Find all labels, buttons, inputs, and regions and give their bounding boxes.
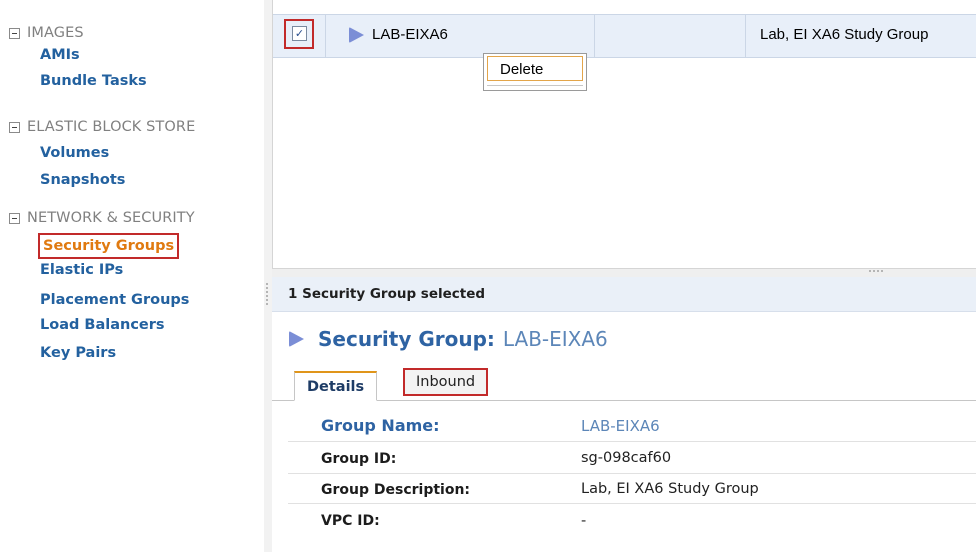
column-divider xyxy=(325,15,326,57)
detail-tabs: Details Inbound xyxy=(272,365,976,401)
section-title: IMAGES xyxy=(27,25,84,41)
row-checkbox-highlight: ✓ xyxy=(284,19,314,49)
collapse-icon[interactable] xyxy=(9,27,20,39)
property-label: Group Description: xyxy=(321,482,471,498)
sidebar-item-amis[interactable]: AMIs xyxy=(40,44,147,68)
property-value: LAB-EIXA6 xyxy=(581,417,660,435)
sidebar-nav: IMAGES AMIs Bundle Tasks ELASTIC BLOCK S… xyxy=(0,0,265,552)
detail-pane: 1 Security Group selected Security Group… xyxy=(272,277,976,552)
property-row: VPC ID: - xyxy=(288,505,976,535)
nav-section-network-security: NETWORK & SECURITY Security Groups Elast… xyxy=(9,207,195,365)
row-description-cell: Lab, EI XA6 Study Group xyxy=(760,26,929,43)
menu-separator xyxy=(487,85,583,86)
security-group-icon xyxy=(289,331,304,347)
sidebar-item-snapshots[interactable]: Snapshots xyxy=(40,166,195,194)
sidebar-item-placement-groups[interactable]: Placement Groups xyxy=(40,281,195,313)
section-title: ELASTIC BLOCK STORE xyxy=(27,119,196,135)
selection-summary-bar: 1 Security Group selected xyxy=(272,277,976,312)
section-title: NETWORK & SECURITY xyxy=(27,210,195,226)
property-value: Lab, EI XA6 Study Group xyxy=(581,481,759,497)
tab-baseline xyxy=(272,400,976,401)
property-row: Group Description: Lab, EI XA6 Study Gro… xyxy=(288,473,976,504)
sidebar-item-volumes[interactable]: Volumes xyxy=(40,138,195,166)
property-value: sg-098caf60 xyxy=(581,450,672,466)
property-row: Group Name: LAB-EIXA6 xyxy=(288,411,976,442)
property-value: - xyxy=(581,513,587,529)
sidebar-item-security-groups[interactable]: Security Groups xyxy=(38,233,180,259)
splitter-grip-icon[interactable] xyxy=(266,283,270,305)
sidebar-item-bundle-tasks[interactable]: Bundle Tasks xyxy=(40,68,147,94)
sidebar-item-load-balancers[interactable]: Load Balancers xyxy=(40,313,195,339)
table-row[interactable]: ✓ LAB-EIXA6 Lab, EI XA6 Study Group xyxy=(273,14,976,58)
detail-title: Security Group: LAB-EIXA6 xyxy=(289,327,608,351)
property-label: VPC ID: xyxy=(321,513,380,529)
collapse-icon[interactable] xyxy=(9,121,20,133)
row-name: LAB-EIXA6 xyxy=(372,26,448,43)
detail-title-label: Security Group: xyxy=(318,327,495,351)
sidebar-item-key-pairs[interactable]: Key Pairs xyxy=(40,339,195,365)
row-checkbox[interactable]: ✓ xyxy=(292,26,307,41)
splitter-grip-icon[interactable] xyxy=(869,270,883,275)
detail-title-value: LAB-EIXA6 xyxy=(502,327,608,351)
property-label: Group ID: xyxy=(321,451,397,467)
property-row: Group ID: sg-098caf60 xyxy=(288,443,976,474)
column-divider xyxy=(745,15,746,57)
nav-section-header[interactable]: IMAGES xyxy=(9,22,147,44)
delete-menu-item[interactable]: Delete xyxy=(487,56,583,81)
tab-inbound[interactable]: Inbound xyxy=(403,368,489,396)
security-group-icon xyxy=(349,26,364,43)
row-name-cell[interactable]: LAB-EIXA6 xyxy=(349,26,448,43)
nav-section-ebs: ELASTIC BLOCK STORE Volumes Snapshots xyxy=(9,116,195,194)
nav-section-header[interactable]: NETWORK & SECURITY xyxy=(9,207,195,229)
column-divider xyxy=(594,15,595,57)
property-label: Group Name: xyxy=(321,416,440,435)
tab-details[interactable]: Details xyxy=(294,371,378,401)
selection-count-text: 1 Security Group selected xyxy=(288,286,486,302)
context-menu: Delete xyxy=(483,53,587,91)
collapse-icon[interactable] xyxy=(9,212,20,224)
security-groups-list: ✓ LAB-EIXA6 Lab, EI XA6 Study Group Dele… xyxy=(272,0,976,268)
nav-section-images: IMAGES AMIs Bundle Tasks xyxy=(9,22,147,94)
nav-section-header[interactable]: ELASTIC BLOCK STORE xyxy=(9,116,195,138)
sidebar-item-elastic-ips[interactable]: Elastic IPs xyxy=(40,259,195,281)
